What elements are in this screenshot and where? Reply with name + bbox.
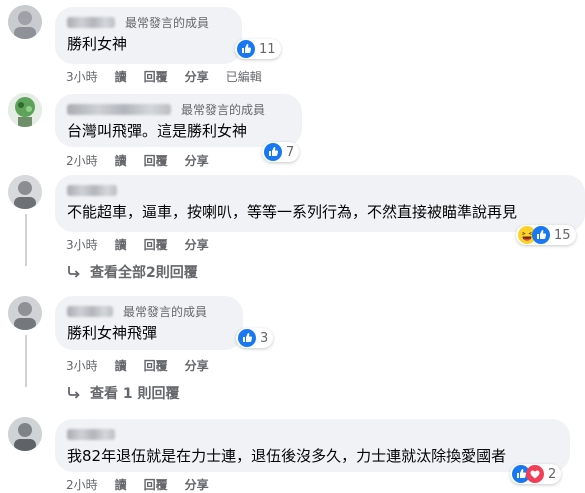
read-button[interactable]: 讀 [115, 476, 127, 493]
like-icon [238, 329, 256, 347]
share-button[interactable]: 分享 [185, 236, 209, 253]
comment-text: 勝利女神飛彈 [67, 324, 158, 342]
reaction-count: 11 [259, 41, 276, 57]
comment-bubble: 我82年退伍就是在力士連，退伍後沒多久，力士連就汰除換愛國者 [55, 419, 570, 472]
comment-text: 台灣叫飛彈。這是勝利女神 [67, 122, 248, 140]
comment-text: 我82年退伍就是在力士連，退伍後沒多久，力士連就汰除換愛國者 [67, 447, 507, 465]
avatar[interactable] [8, 296, 42, 330]
comment-text: 勝利女神 [67, 35, 128, 53]
comment-actions: 3小時 讀 回覆 分享 [66, 236, 226, 253]
thread-line [25, 335, 27, 387]
comment-actions: 2小時 讀 回覆 分享 [66, 476, 226, 493]
like-icon [532, 226, 550, 244]
top-contributor-badge: 最常發言的成員 [181, 103, 266, 117]
top-contributor-badge: 最常發言的成員 [123, 305, 208, 319]
thread-line [25, 214, 27, 266]
read-button[interactable]: 讀 [115, 357, 127, 374]
author-name[interactable] [67, 185, 117, 196]
comment-actions: 3小時 讀 回覆 分享 已編輯 [66, 68, 279, 85]
comment-bubble: 最常發言的成員 台灣叫飛彈。這是勝利女神 [55, 94, 302, 147]
reply-button[interactable]: 回覆 [144, 236, 168, 253]
reaction-summary[interactable]: 15 [516, 225, 576, 245]
timestamp[interactable]: 2小時 [66, 152, 98, 169]
share-button[interactable]: 分享 [185, 357, 209, 374]
reply-button[interactable]: 回覆 [144, 357, 168, 374]
read-button[interactable]: 讀 [115, 152, 127, 169]
avatar[interactable] [8, 417, 42, 451]
reaction-summary[interactable]: 11 [235, 39, 281, 59]
comment-text: 不能超車，逼車，按喇叭，等等一系列行為，不然直接被瞄準說再見 [67, 203, 518, 221]
reply-button[interactable]: 回覆 [144, 476, 168, 493]
reaction-count: 7 [286, 144, 295, 160]
reaction-count: 3 [260, 330, 269, 346]
avatar[interactable] [8, 175, 42, 209]
share-button[interactable]: 分享 [185, 476, 209, 493]
share-button[interactable]: 分享 [185, 152, 209, 169]
top-contributor-badge: 最常發言的成員 [125, 16, 210, 30]
reaction-count: 15 [554, 227, 571, 243]
view-replies-link[interactable]: 查看 1 則回覆 [66, 383, 180, 403]
comment-bubble: 最常發言的成員 勝利女神飛彈 [55, 296, 243, 350]
view-replies-label: 查看 1 則回覆 [90, 386, 180, 402]
read-button[interactable]: 讀 [115, 68, 127, 85]
comment-bubble: 最常發言的成員 勝利女神 [55, 7, 242, 64]
reply-button[interactable]: 回覆 [144, 68, 168, 85]
author-name[interactable] [67, 104, 171, 115]
timestamp[interactable]: 3小時 [66, 68, 98, 85]
reply-arrow-icon [68, 266, 80, 278]
avatar[interactable] [8, 93, 42, 127]
view-replies-label: 查看全部2則回覆 [90, 265, 198, 281]
timestamp[interactable]: 2小時 [66, 476, 98, 493]
reaction-count: 2 [548, 466, 557, 482]
reaction-summary[interactable]: 2 [510, 464, 562, 484]
read-button[interactable]: 讀 [115, 236, 127, 253]
author-name[interactable] [67, 17, 115, 28]
timestamp[interactable]: 3小時 [66, 236, 98, 253]
author-name[interactable] [67, 306, 113, 317]
view-replies-link[interactable]: 查看全部2則回覆 [66, 262, 198, 282]
reply-button[interactable]: 回覆 [144, 152, 168, 169]
comment-bubble: 不能超車，逼車，按喇叭，等等一系列行為，不然直接被瞄準說再見 [55, 175, 585, 232]
edited-label: 已編輯 [225, 70, 262, 84]
reaction-summary[interactable]: 7 [262, 142, 300, 162]
reply-arrow-icon [68, 387, 80, 399]
love-icon [526, 465, 544, 483]
like-icon [264, 143, 282, 161]
timestamp[interactable]: 3小時 [66, 357, 98, 374]
share-button[interactable]: 分享 [185, 68, 209, 85]
comment-actions: 2小時 讀 回覆 分享 [66, 152, 226, 169]
like-icon [237, 40, 255, 58]
reaction-summary[interactable]: 3 [236, 328, 274, 348]
avatar[interactable] [8, 5, 42, 39]
author-name[interactable] [67, 429, 115, 440]
comment-actions: 3小時 讀 回覆 分享 [66, 357, 226, 374]
